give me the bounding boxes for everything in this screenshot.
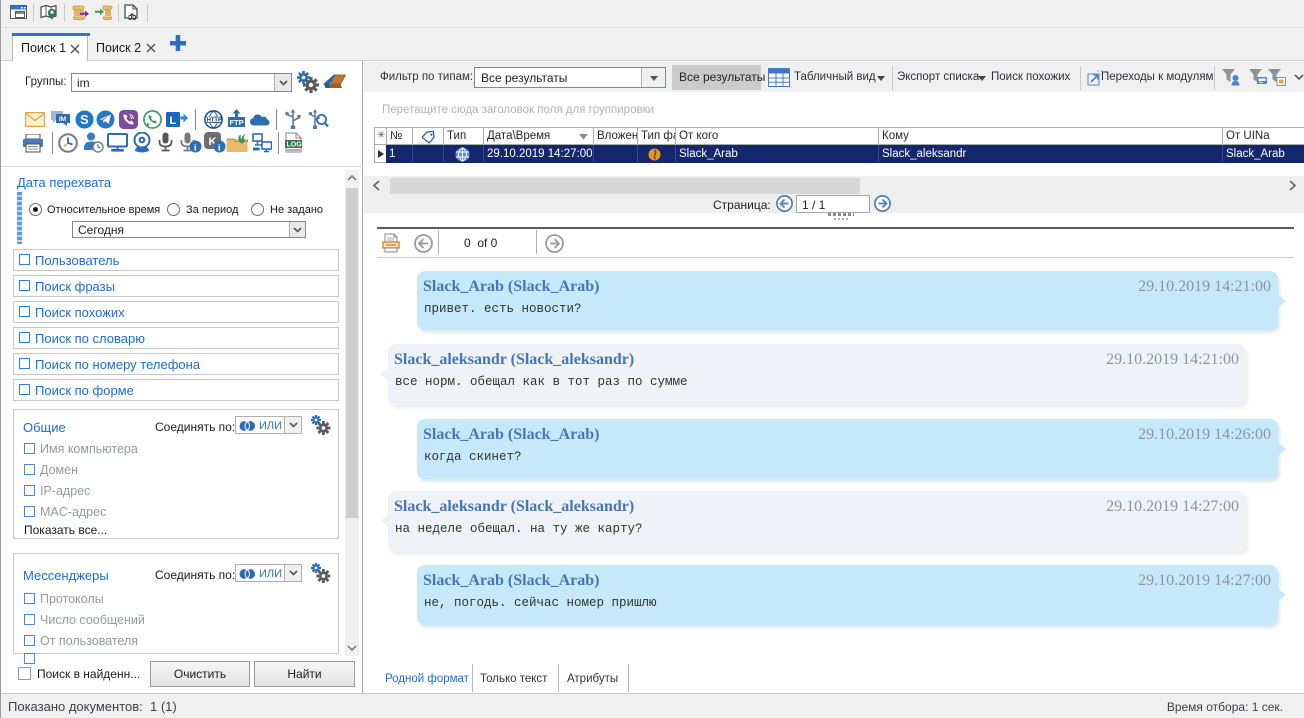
svg-text:LOG: LOG <box>287 142 303 149</box>
svg-text:HTTP: HTTP <box>207 117 222 123</box>
svg-text:S: S <box>80 112 89 127</box>
svg-text:IM: IM <box>59 116 66 123</box>
svg-text:L: L <box>170 115 177 127</box>
svg-text:FTP: FTP <box>230 118 244 127</box>
